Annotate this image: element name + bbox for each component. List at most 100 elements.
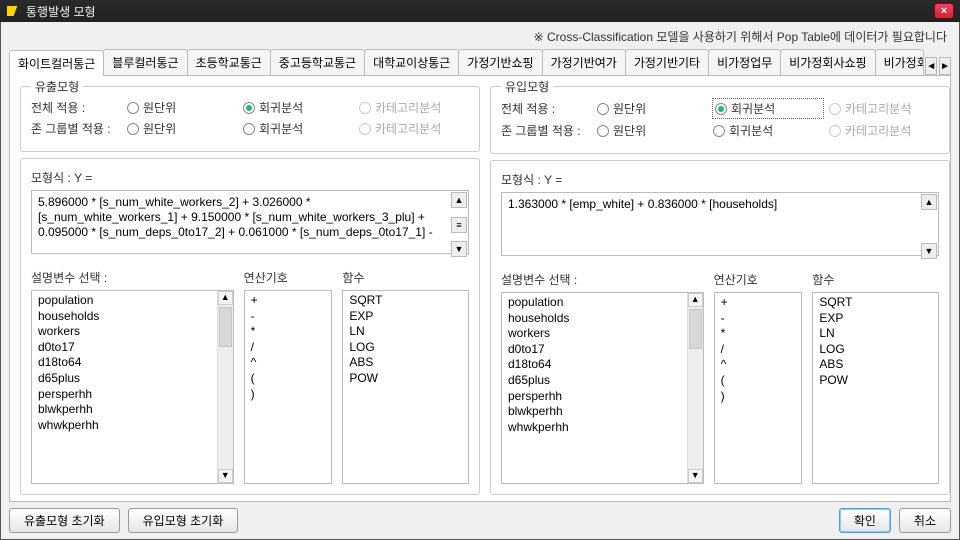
radio-icon [243, 102, 255, 114]
scroll-up-icon[interactable]: ▲ [688, 293, 703, 307]
scroll-lines-icon[interactable]: ≡ [451, 217, 467, 233]
tab-blue-collar[interactable]: 블루컬러통근 [103, 49, 187, 75]
outflow-all-unit[interactable]: 원단위 [127, 99, 237, 116]
outflow-equation-input[interactable] [31, 190, 469, 254]
list-item[interactable]: SQRT [349, 293, 450, 309]
list-item[interactable]: + [251, 293, 314, 309]
list-item[interactable]: workers [508, 326, 685, 342]
scroll-thumb[interactable] [689, 309, 702, 349]
list-item[interactable]: ^ [721, 357, 784, 373]
scroll-down-icon[interactable]: ▼ [218, 469, 233, 483]
list-item[interactable]: SQRT [819, 295, 920, 311]
list-item[interactable]: population [38, 293, 215, 309]
inflow-zone-unit[interactable]: 원단위 [597, 122, 707, 139]
list-item[interactable]: d0to17 [38, 340, 215, 356]
list-item[interactable]: POW [819, 373, 920, 389]
inflow-eq-scrollbar[interactable]: ▲ ▼ [921, 194, 937, 259]
list-item[interactable]: LN [819, 326, 920, 342]
list-item[interactable]: * [251, 324, 314, 340]
radio-icon [829, 125, 841, 137]
list-item[interactable]: ^ [251, 355, 314, 371]
list-item[interactable]: ABS [349, 355, 450, 371]
tab-home-shopping[interactable]: 가정기반쇼핑 [458, 49, 542, 75]
list-item[interactable]: d65plus [38, 371, 215, 387]
scroll-up-icon[interactable]: ▲ [451, 192, 467, 208]
list-item[interactable]: EXP [819, 311, 920, 327]
scroll-up-icon[interactable]: ▲ [921, 194, 937, 210]
tab-scroll-right[interactable]: ► [939, 57, 951, 75]
list-item[interactable]: EXP [349, 309, 450, 325]
body: ※ Cross-Classification 모델을 사용하기 위해서 Pop … [0, 22, 960, 540]
list-item[interactable]: households [38, 309, 215, 325]
list-item[interactable]: ) [251, 387, 314, 403]
tab-middle-high[interactable]: 중고등학교통근 [270, 49, 365, 75]
outflow-ops-list[interactable]: + - * / ^ ( ) [244, 290, 333, 484]
scroll-thumb[interactable] [219, 307, 232, 347]
tab-home-other[interactable]: 가정기반기타 [625, 49, 709, 75]
inflow-equation-input[interactable] [501, 192, 939, 256]
scroll-down-icon[interactable]: ▼ [688, 469, 703, 483]
tab-elementary[interactable]: 초등학교통근 [187, 49, 271, 75]
list-item[interactable]: d65plus [508, 373, 685, 389]
inflow-ops-list[interactable]: + - * / ^ ( ) [714, 292, 803, 484]
list-item[interactable]: / [251, 340, 314, 356]
list-item[interactable]: ( [251, 371, 314, 387]
reset-outflow-button[interactable]: 유출모형 초기화 [9, 508, 120, 533]
outflow-zone-regression[interactable]: 회귀분석 [243, 120, 353, 137]
list-item[interactable]: - [251, 309, 314, 325]
list-item[interactable]: / [721, 342, 784, 358]
list-item[interactable]: workers [38, 324, 215, 340]
list-item[interactable]: * [721, 326, 784, 342]
radio-icon [829, 103, 841, 115]
inflow-panel: 유입모형 전체 적용 : 원단위 회귀분석 카테고리분석 존 그룹별 적용 : … [490, 86, 950, 495]
scrollbar[interactable]: ▲ ▼ [687, 293, 703, 483]
list-item[interactable]: LN [349, 324, 450, 340]
list-item[interactable]: ) [721, 389, 784, 405]
inflow-funcs-list[interactable]: SQRT EXP LN LOG ABS POW [812, 292, 939, 484]
list-item[interactable]: blwkperhh [508, 404, 685, 420]
list-item[interactable]: POW [349, 371, 450, 387]
outflow-eq-scrollbar[interactable]: ▲ ≡ ▼ [451, 192, 467, 257]
inflow-zone-regression[interactable]: 회귀분석 [713, 122, 823, 139]
list-item[interactable]: ABS [819, 357, 920, 373]
list-item[interactable]: LOG [349, 340, 450, 356]
outflow-funcs-list[interactable]: SQRT EXP LN LOG ABS POW [342, 290, 469, 484]
outflow-zone-category: 카테고리분석 [359, 120, 469, 137]
scroll-up-icon[interactable]: ▲ [218, 291, 233, 305]
tab-nonhome-company-shopping[interactable]: 비가정회사쇼핑 [780, 49, 875, 75]
inflow-all-unit[interactable]: 원단위 [597, 100, 707, 117]
list-item[interactable]: households [508, 311, 685, 327]
list-item[interactable]: + [721, 295, 784, 311]
reset-inflow-button[interactable]: 유입모형 초기화 [128, 508, 239, 533]
tab-home-leisure[interactable]: 가정기반여가 [542, 49, 626, 75]
tab-university[interactable]: 대학교이상통근 [364, 49, 459, 75]
list-item[interactable]: LOG [819, 342, 920, 358]
tab-nonhome-company-other[interactable]: 비가정회사기타 [875, 49, 925, 75]
list-item[interactable]: population [508, 295, 685, 311]
inflow-ops-label: 연산기호 [714, 271, 803, 288]
outflow-all-regression[interactable]: 회귀분석 [243, 99, 353, 116]
list-item[interactable]: - [721, 311, 784, 327]
list-item[interactable]: whwkperhh [508, 420, 685, 436]
scroll-down-icon[interactable]: ▼ [921, 243, 937, 259]
inflow-all-regression[interactable]: 회귀분석 [713, 99, 823, 118]
cancel-button[interactable]: 취소 [899, 508, 951, 533]
tab-nonhome-work[interactable]: 비가정업무 [708, 49, 781, 75]
tab-scroll-left[interactable]: ◄ [925, 57, 937, 75]
tab-white-collar[interactable]: 화이트컬러통근 [9, 50, 104, 76]
list-item[interactable]: blwkperhh [38, 402, 215, 418]
scrollbar[interactable]: ▲ ▼ [217, 291, 233, 483]
ok-button[interactable]: 확인 [839, 508, 891, 533]
inflow-vars-list[interactable]: population households workers d0to17 d18… [501, 292, 704, 484]
list-item[interactable]: ( [721, 373, 784, 389]
close-button[interactable]: × [934, 3, 954, 19]
list-item[interactable]: d18to64 [508, 357, 685, 373]
list-item[interactable]: d18to64 [38, 355, 215, 371]
list-item[interactable]: whwkperhh [38, 418, 215, 434]
list-item[interactable]: persperhh [508, 389, 685, 405]
list-item[interactable]: persperhh [38, 387, 215, 403]
scroll-down-icon[interactable]: ▼ [451, 241, 467, 257]
list-item[interactable]: d0to17 [508, 342, 685, 358]
outflow-vars-list[interactable]: population households workers d0to17 d18… [31, 290, 234, 484]
outflow-zone-unit[interactable]: 원단위 [127, 120, 237, 137]
